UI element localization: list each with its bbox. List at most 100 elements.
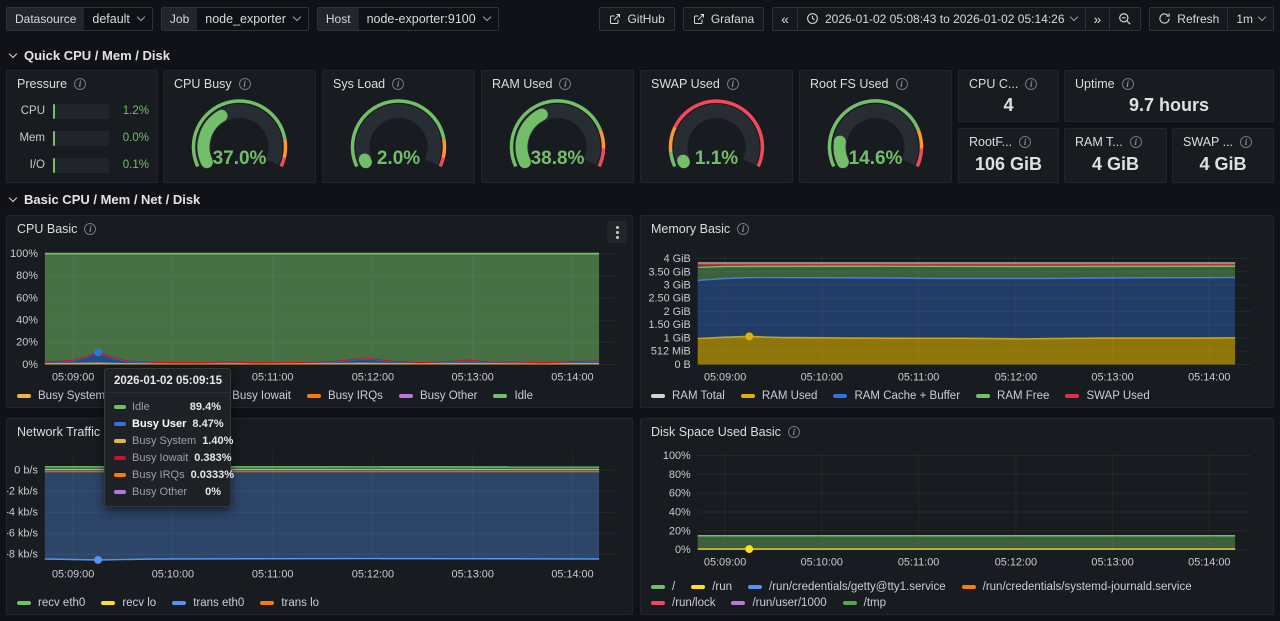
legend-item[interactable]: Busy System [17,390,105,402]
refresh-button[interactable]: Refresh [1150,8,1227,30]
legend-item[interactable]: RAM Total [651,390,725,402]
legend-item[interactable]: /run/lock [651,597,715,609]
svg-text:60%: 60% [16,292,38,304]
legend-item[interactable]: Busy User [121,390,195,402]
svg-text:05:11:00: 05:11:00 [252,568,294,580]
svg-text:100%: 100% [663,450,691,462]
series-color-swatch [833,394,847,398]
svg-text:37.0%: 37.0% [213,148,267,169]
svg-text:100%: 100% [10,248,38,260]
chart-legend: RAM Total RAM Used RAM Cache + Buffer RAM F… [651,390,1265,402]
info-icon[interactable] [1019,136,1031,148]
zoom-out-button[interactable] [1109,8,1140,30]
chevron-down-icon [1258,12,1266,20]
info-icon[interactable] [1240,136,1252,148]
chart-legend: Busy System Busy User Busy Iowait Busy IRQs… [17,390,624,402]
svg-text:2.0%: 2.0% [377,148,420,169]
series-color-swatch [1065,394,1079,398]
row-header-quick[interactable]: Quick CPU / Mem / Disk [10,46,170,64]
svg-text:20%: 20% [669,525,691,537]
svg-text:05:10:00: 05:10:00 [152,568,194,580]
time-range-button[interactable]: 2026-01-02 05:08:43 to 2026-01-02 05:14:… [797,8,1085,30]
variable-value-dropdown[interactable]: node_exporter [197,8,308,30]
sys-load-gauge: 2.0% [323,93,474,182]
cpu-busy-gauge: 37.0% [164,93,315,182]
variable-host[interactable]: Host node-exporter:9100 [317,7,499,31]
svg-text:14.6%: 14.6% [849,148,903,169]
legend-item[interactable]: Idle [493,390,533,402]
row-header-basic[interactable]: Basic CPU / Mem / Net / Disk [10,190,200,208]
svg-text:0 B: 0 B [674,359,690,371]
svg-text:05:09:00: 05:09:00 [52,568,94,580]
legend-item[interactable]: recv lo [101,597,156,609]
svg-text:1.1%: 1.1% [695,148,738,169]
svg-text:05:10:00: 05:10:00 [152,371,194,383]
svg-text:05:12:00: 05:12:00 [995,371,1037,383]
legend-item[interactable]: / [651,581,675,593]
network-traffic-basic-panel: Network Traffic Basic 0 b/s-2 kb/s-4 kb/… [6,418,633,615]
info-icon[interactable] [74,78,86,90]
legend-item[interactable]: /run/user/1000 [731,597,826,609]
legend-item[interactable]: /run [691,581,732,593]
ram-used-gauge: 38.8% [482,93,633,182]
svg-text:05:13:00: 05:13:00 [1091,371,1133,383]
refresh-interval-dropdown[interactable]: 1m [1227,8,1273,30]
chevron-down-icon [293,12,301,20]
variable-label: Datasource [7,8,84,30]
info-icon[interactable] [1122,78,1134,90]
series-color-swatch [399,394,413,398]
svg-text:2.50 GiB: 2.50 GiB [648,293,690,305]
svg-text:60%: 60% [669,488,691,500]
variable-label: Host [318,8,359,30]
memory-basic-chart[interactable]: 4 GiB3.50 GiB3 GiB2.50 GiB2 GiB1.50 GiB1… [641,216,1273,407]
time-shift-back-button[interactable]: « [773,8,797,30]
time-shift-forward-button[interactable]: » [1085,8,1110,30]
svg-text:05:10:00: 05:10:00 [801,556,843,568]
cpu-basic-chart[interactable]: 0%20%40%60%80%100%05:09:0005:10:0005:11:… [7,216,632,407]
svg-text:0%: 0% [675,544,691,556]
svg-text:05:09:00: 05:09:00 [52,371,94,383]
legend-item[interactable]: Busy Other [399,390,478,402]
network-traffic-basic-chart[interactable]: 0 b/s-2 kb/s-4 kb/s-6 kb/s-8 kb/s05:09:0… [7,419,632,614]
refresh-group: Refresh 1m [1149,7,1274,31]
legend-item[interactable]: recv eth0 [17,597,85,609]
legend-item[interactable]: Busy Iowait [211,390,291,402]
variable-value-dropdown[interactable]: node-exporter:9100 [359,8,498,30]
variable-datasource[interactable]: Datasource default [6,7,153,31]
info-icon[interactable] [239,78,251,90]
svg-text:05:12:00: 05:12:00 [995,556,1037,568]
svg-text:1.50 GiB: 1.50 GiB [648,319,690,331]
legend-item[interactable]: RAM Cache + Buffer [833,390,960,402]
legend-item[interactable]: trans lo [260,597,319,609]
legend-item[interactable]: RAM Free [976,390,1049,402]
variable-job[interactable]: Job node_exporter [161,7,309,31]
svg-text:05:11:00: 05:11:00 [898,371,940,383]
legend-item[interactable]: SWAP Used [1065,390,1149,402]
svg-text:1 GiB: 1 GiB [664,332,691,344]
legend-item[interactable]: /run/credentials/getty@tty1.service [748,581,946,593]
series-color-swatch [307,394,321,398]
info-icon[interactable] [896,78,908,90]
svg-text:05:14:00: 05:14:00 [551,371,593,383]
legend-item[interactable]: RAM Used [741,390,818,402]
legend-item[interactable]: /run/credentials/systemd-journald.servic… [962,581,1192,593]
clock-icon [806,12,819,25]
legend-item[interactable]: Busy IRQs [307,390,383,402]
github-link-button[interactable]: GitHub [599,7,674,31]
info-icon[interactable] [392,78,404,90]
legend-item[interactable]: trans eth0 [172,597,244,609]
time-picker-group: « 2026-01-02 05:08:43 to 2026-01-02 05:1… [772,7,1141,31]
info-icon[interactable] [1130,136,1142,148]
series-color-swatch [843,601,857,605]
info-icon[interactable] [727,78,739,90]
variable-value-dropdown[interactable]: default [84,8,152,30]
svg-text:-6 kb/s: -6 kb/s [7,528,38,540]
svg-text:0%: 0% [22,359,38,371]
grafana-link-button[interactable]: Grafana [683,7,764,31]
info-icon[interactable] [559,78,571,90]
info-icon[interactable] [1025,78,1037,90]
legend-item[interactable]: /tmp [843,597,886,609]
series-color-swatch [691,585,705,589]
svg-text:38.8%: 38.8% [531,148,585,169]
series-color-swatch [651,601,665,605]
